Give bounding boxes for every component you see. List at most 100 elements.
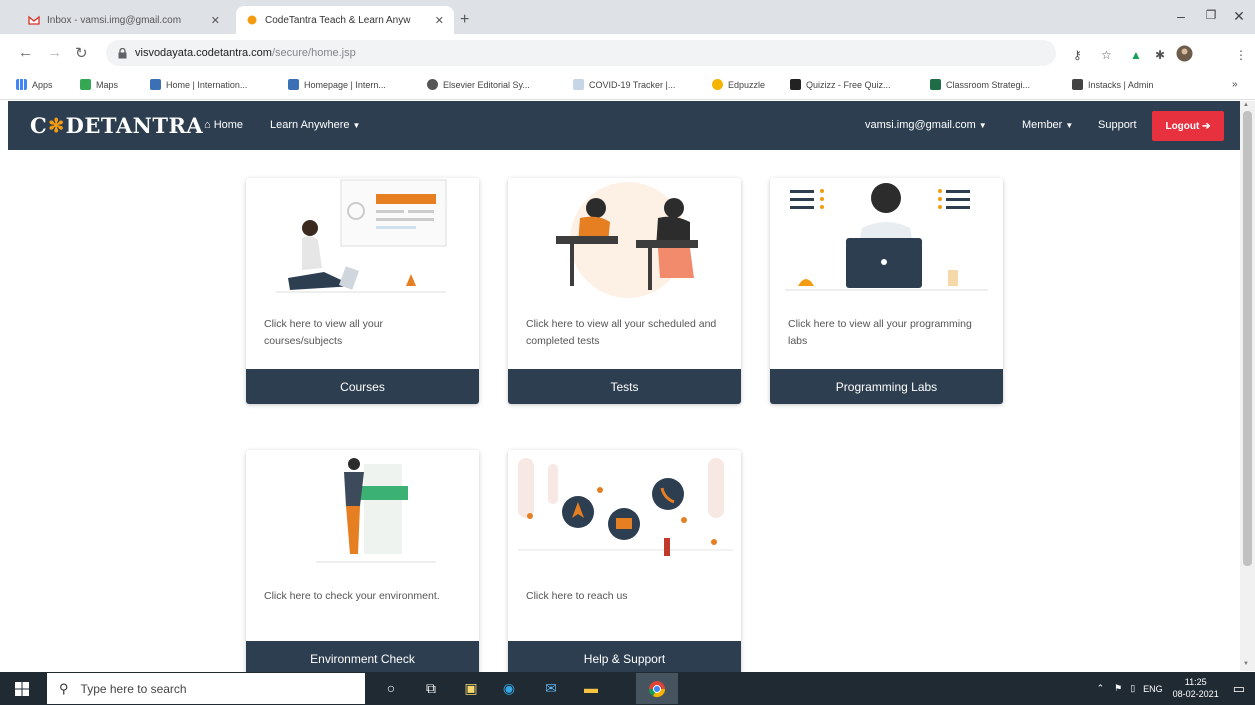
nav-learn-anywhere[interactable]: Learn Anywhere ▼ <box>270 119 360 131</box>
caret-down-icon: ▼ <box>1065 121 1074 130</box>
nav-user-email[interactable]: vamsi.img@gmail.com ▼ <box>865 119 987 131</box>
minimize-icon[interactable]: – <box>1166 8 1196 24</box>
bookmark-maps[interactable]: Maps <box>80 79 118 90</box>
bookmark-instacks[interactable]: Instacks | Admin <box>1072 79 1153 90</box>
notifications-icon[interactable]: ▭ <box>1233 681 1245 697</box>
nav-home[interactable]: ⌂ Home <box>204 119 243 131</box>
new-tab-icon[interactable]: + <box>460 11 469 29</box>
site-icon <box>712 79 723 90</box>
site-icon <box>930 79 941 90</box>
close-icon[interactable]: ✕ <box>435 14 444 27</box>
browser-tab-strip: Inbox - vamsi.img@gmail.com ✕ CodeTantra… <box>0 0 1255 34</box>
chevron-up-icon[interactable]: ⌃ <box>1097 683 1105 694</box>
scroll-thumb[interactable] <box>1243 111 1252 566</box>
maximize-icon[interactable]: ❐ <box>1196 8 1226 22</box>
star-icon[interactable]: ☆ <box>1101 48 1112 62</box>
clock[interactable]: 11:25 08-02-2021 <box>1173 677 1219 700</box>
menu-icon[interactable]: ⋮ <box>1235 48 1247 62</box>
key-icon[interactable]: ⚷ <box>1073 48 1082 62</box>
site-icon <box>288 79 299 90</box>
site-icon <box>790 79 801 90</box>
edge-icon[interactable]: ◉ <box>498 677 520 699</box>
url-path: /secure/home.jsp <box>271 47 356 59</box>
lock-icon <box>118 47 127 58</box>
help-support-card[interactable]: Click here to reach us Help & Support <box>508 450 741 676</box>
store-icon[interactable]: ▣ <box>460 677 482 699</box>
codetantra-icon <box>247 15 257 25</box>
codetantra-logo[interactable]: C ✻ DETANTRA <box>30 113 203 138</box>
site-navbar: C ✻ DETANTRA ⌂ Home Learn Anywhere ▼ vamsi.… <box>8 101 1240 150</box>
programming-labs-card[interactable]: Click here to view all your programming … <box>770 178 1003 404</box>
file-explorer-icon[interactable]: ▬ <box>580 677 602 699</box>
profile-avatar-icon[interactable] <box>1176 45 1193 62</box>
site-icon <box>150 79 161 90</box>
help-support-illustration <box>518 458 733 556</box>
card-description: Click here to check your environment. <box>264 590 440 602</box>
card-description: Click here to view all your scheduled an… <box>526 318 717 348</box>
close-window-icon[interactable]: ✕ <box>1224 8 1254 25</box>
search-icon: ⚲ <box>59 680 69 696</box>
nav-member[interactable]: Member ▼ <box>1022 119 1073 131</box>
tab-gmail-inbox[interactable]: Inbox - vamsi.img@gmail.com ✕ <box>18 6 230 34</box>
bookmark-elsevier[interactable]: Elsevier Editorial Sy... <box>427 79 530 90</box>
taskbar-search-input[interactable]: ⚲ Type here to search <box>47 673 365 704</box>
tests-card[interactable]: Click here to view all your scheduled an… <box>508 178 741 404</box>
site-icon <box>427 79 438 90</box>
environment-check-card[interactable]: Click here to check your environment. En… <box>246 450 479 676</box>
programming-labs-button[interactable]: Programming Labs <box>770 369 1003 404</box>
help-support-button[interactable]: Help & Support <box>508 641 741 676</box>
bookmark-apps[interactable]: Apps <box>16 79 53 90</box>
card-description: Click here to reach us <box>526 590 628 602</box>
home-icon: ⌂ <box>204 119 214 131</box>
apps-grid-icon <box>16 79 27 90</box>
tab-title: Inbox - vamsi.img@gmail.com <box>47 14 182 26</box>
bookmark-edpuzzle[interactable]: Edpuzzle <box>712 79 765 90</box>
tab-codetantra[interactable]: CodeTantra Teach & Learn Anyw ✕ <box>236 6 454 34</box>
windows-start-icon[interactable] <box>15 682 29 696</box>
scroll-down-icon[interactable]: ▼ <box>1243 661 1249 667</box>
cortana-icon[interactable]: ○ <box>380 677 402 699</box>
environment-check-button[interactable]: Environment Check <box>246 641 479 676</box>
page-scrollbar[interactable]: ▲ ▼ <box>1240 101 1255 671</box>
address-bar[interactable]: visvodayata.codetantra.com/secure/home.j… <box>106 40 1056 66</box>
bookmark-quizizz[interactable]: Quizizz - Free Quiz... <box>790 79 891 90</box>
network-icon[interactable]: ⚑ <box>1114 683 1122 694</box>
gear-icon: ✻ <box>48 114 65 137</box>
nav-support[interactable]: Support <box>1098 119 1137 131</box>
bookmark-homepage[interactable]: Homepage | Intern... <box>288 79 386 90</box>
logout-icon: ➔ <box>1199 120 1211 132</box>
bookmarks-overflow-icon[interactable]: » <box>1232 79 1238 90</box>
bookmark-covid-tracker[interactable]: COVID-19 Tracker |... <box>573 79 675 90</box>
extensions-icon[interactable]: ✱ <box>1155 48 1165 62</box>
courses-button[interactable]: Courses <box>246 369 479 404</box>
mail-icon[interactable]: ✉ <box>540 677 562 699</box>
back-icon[interactable]: ← <box>18 44 33 61</box>
chrome-icon[interactable] <box>636 673 678 704</box>
programmer-laptop-illustration <box>785 183 988 291</box>
url-host: visvodayata.codetantra.com <box>135 47 272 59</box>
card-description: Click here to view all your programming … <box>788 318 972 348</box>
reload-icon[interactable]: ↻ <box>75 44 88 62</box>
student-laptop-illustration <box>276 179 447 293</box>
gmail-icon <box>28 15 40 25</box>
drive-extension-icon[interactable]: ▲ <box>1130 48 1142 62</box>
maps-icon <box>80 79 91 90</box>
windows-taskbar: ⚲ Type here to search ○ ⧉ ▣ ◉ ✉ ▬ ⌃ ⚑ ▯ … <box>0 672 1255 705</box>
bookmark-classroom[interactable]: Classroom Strategi... <box>930 79 1030 90</box>
tests-button[interactable]: Tests <box>508 369 741 404</box>
task-view-icon[interactable]: ⧉ <box>420 677 442 699</box>
card-description: Click here to view all your courses/subj… <box>264 318 384 348</box>
site-icon <box>573 79 584 90</box>
students-writing-illustration <box>556 182 698 298</box>
tab-title: CodeTantra Teach & Learn Anyw <box>265 14 411 26</box>
browser-toolbar: ← → ↻ visvodayata.codetantra.com/secure/… <box>0 34 1255 72</box>
forward-icon[interactable]: → <box>47 44 62 61</box>
scroll-up-icon[interactable]: ▲ <box>1243 102 1249 108</box>
battery-icon[interactable]: ▯ <box>1130 683 1135 694</box>
language-indicator[interactable]: ENG <box>1143 684 1163 694</box>
close-icon[interactable]: ✕ <box>211 14 220 27</box>
bookmark-home[interactable]: Home | Internation... <box>150 79 247 90</box>
system-tray: ⌃ ⚑ ▯ ENG 11:25 08-02-2021 ▭ <box>1097 672 1245 705</box>
courses-card[interactable]: Click here to view all your courses/subj… <box>246 178 479 404</box>
logout-button[interactable]: Logout ➔ <box>1152 111 1224 141</box>
